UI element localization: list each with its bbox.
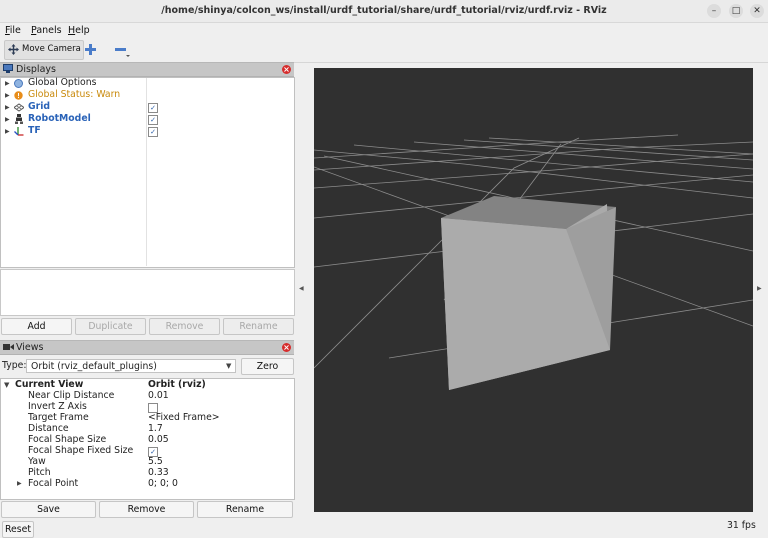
display-item-robotmodel[interactable]: RobotModel xyxy=(28,113,91,125)
globe-icon xyxy=(14,79,23,88)
menu-file[interactable]: File xyxy=(5,24,21,37)
prop-focal-point-label: Focal Point xyxy=(28,478,79,489)
expand-arrow-icon[interactable]: ▶ xyxy=(5,126,10,138)
menu-panels[interactable]: Panels xyxy=(31,24,62,37)
prop-focal-point-value[interactable]: 0; 0; 0 xyxy=(148,478,178,490)
menu-help[interactable]: Help xyxy=(68,24,90,37)
views-close-icon[interactable]: × xyxy=(282,343,291,352)
display-item-global-options[interactable]: Global Options xyxy=(28,77,96,89)
render-panel-3d[interactable] xyxy=(313,68,754,512)
render-view xyxy=(313,134,754,390)
views-type-label: Type: xyxy=(2,360,27,371)
chevron-down-icon: ▼ xyxy=(226,362,232,370)
collapse-arrow-icon[interactable]: ▼ xyxy=(4,379,9,391)
display-item-global-status[interactable]: Global Status: Warn xyxy=(28,89,120,101)
views-type-select[interactable]: Orbit (rviz_default_plugins) xyxy=(26,359,236,373)
grid-enabled-checkbox[interactable]: ✓ xyxy=(148,103,158,113)
display-item-tf[interactable]: TF xyxy=(28,125,41,137)
remove-view-button[interactable]: Remove xyxy=(99,501,194,518)
fps-readout: 31 fps xyxy=(727,520,756,531)
grid-icon xyxy=(14,103,24,112)
remove-display-button[interactable]: Remove xyxy=(149,318,220,335)
expand-arrow-icon[interactable]: ▶ xyxy=(5,102,10,114)
robotmodel-enabled-checkbox[interactable]: ✓ xyxy=(148,115,158,125)
remove-tool-icon[interactable] xyxy=(115,44,131,58)
reset-button[interactable]: Reset xyxy=(2,521,34,538)
duplicate-display-button[interactable]: Duplicate xyxy=(75,318,146,335)
expand-arrow-icon[interactable]: ▶ xyxy=(17,478,22,490)
add-tool-icon[interactable] xyxy=(85,44,96,55)
displays-title: Displays xyxy=(16,64,56,75)
displays-close-icon[interactable]: × xyxy=(282,65,291,74)
maximize-button[interactable]: □ xyxy=(729,4,743,18)
add-display-button[interactable]: Add xyxy=(1,318,72,335)
monitor-icon xyxy=(3,64,13,73)
zero-button[interactable]: Zero xyxy=(241,358,294,375)
tf-enabled-checkbox[interactable]: ✓ xyxy=(148,127,158,137)
save-view-button[interactable]: Save xyxy=(1,501,96,518)
camera-icon xyxy=(3,344,14,350)
expand-arrow-icon[interactable]: ▶ xyxy=(5,78,10,90)
move-camera-icon xyxy=(8,44,19,55)
column-divider xyxy=(146,78,147,266)
views-title: Views xyxy=(16,342,44,353)
tf-axes-icon xyxy=(14,127,24,136)
rename-view-button[interactable]: Rename xyxy=(197,501,293,518)
robot-icon xyxy=(15,114,23,124)
menu-bar xyxy=(0,23,768,38)
minimize-button[interactable]: – xyxy=(707,4,721,18)
warning-icon xyxy=(14,91,23,100)
close-button[interactable]: ✕ xyxy=(750,4,764,18)
display-description-area xyxy=(0,269,295,316)
collapse-left-icon[interactable]: ◀ xyxy=(299,285,304,292)
rename-display-button[interactable]: Rename xyxy=(223,318,294,335)
prop-focal-shape-size-value[interactable]: 0.05 xyxy=(148,434,169,446)
window-title: /home/shinya/colcon_ws/install/urdf_tuto… xyxy=(161,5,607,16)
expand-arrow-icon[interactable]: ▶ xyxy=(5,90,10,102)
collapse-right-icon[interactable]: ▶ xyxy=(757,285,762,292)
move-camera-label: Move Camera xyxy=(22,44,81,54)
views-type-value: Orbit (rviz_default_plugins) xyxy=(31,361,157,372)
prop-near-clip-distance-value[interactable]: 0.01 xyxy=(148,390,169,402)
views-panel-header xyxy=(0,340,294,355)
expand-arrow-icon[interactable]: ▶ xyxy=(5,114,10,126)
display-item-grid[interactable]: Grid xyxy=(28,101,50,113)
